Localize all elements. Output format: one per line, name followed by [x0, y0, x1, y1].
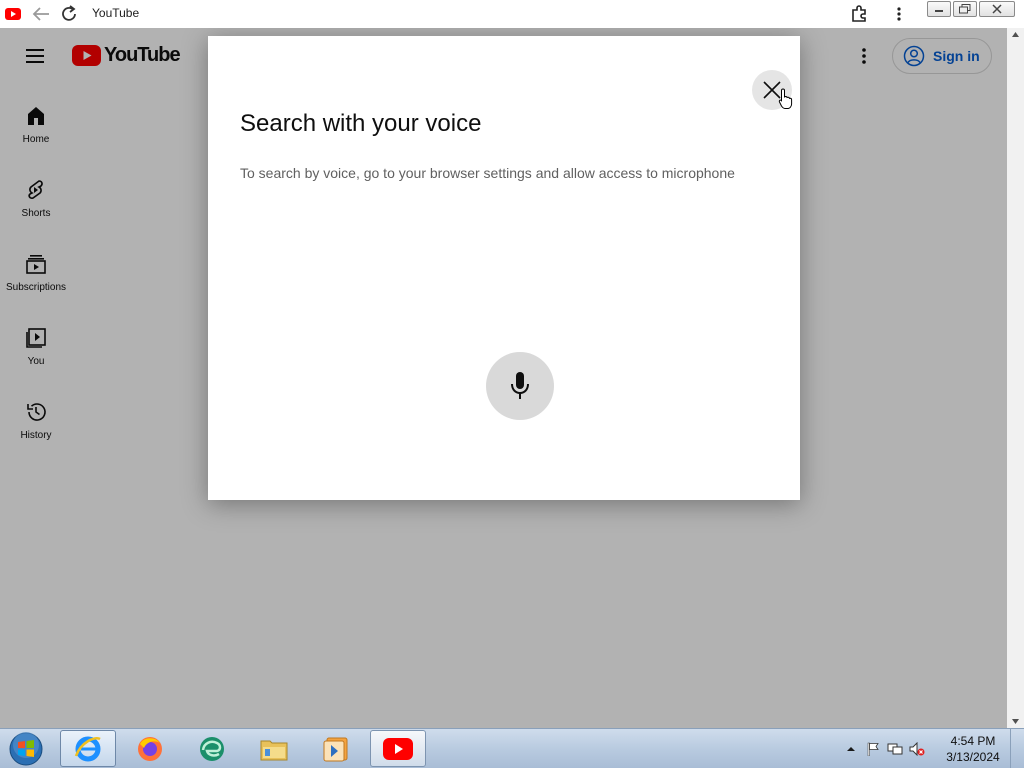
vertical-scrollbar[interactable] — [1007, 28, 1024, 728]
minimize-icon[interactable] — [927, 1, 951, 17]
window-controls — [927, 1, 1017, 18]
taskbar-edge[interactable] — [184, 730, 240, 767]
tab-title: YouTube — [92, 6, 140, 20]
action-center-flag-icon[interactable] — [862, 739, 884, 759]
show-hidden-icons-icon[interactable] — [840, 739, 862, 759]
back-arrow-icon[interactable] — [30, 0, 52, 28]
microphone-button[interactable] — [486, 352, 554, 420]
system-tray — [840, 729, 928, 768]
edge-icon — [200, 736, 224, 761]
youtube-page: YouTube Sign in Home Shorts Subscription… — [0, 28, 1024, 728]
voice-search-dialog: Search with your voice To search by voic… — [208, 36, 800, 500]
youtube-taskbar-icon — [383, 737, 413, 760]
close-window-icon[interactable] — [979, 1, 1015, 17]
volume-muted-icon[interactable] — [906, 739, 928, 759]
scroll-up-arrow-icon[interactable] — [1012, 32, 1019, 37]
dialog-title: Search with your voice — [240, 110, 482, 137]
browser-menu-kebab-icon[interactable] — [890, 0, 908, 28]
windows-start-orb-icon — [9, 732, 43, 766]
taskbar-youtube[interactable] — [370, 730, 426, 767]
clock-date: 3/13/2024 — [946, 750, 1000, 764]
network-icon[interactable] — [884, 739, 906, 759]
show-desktop-button[interactable] — [1010, 729, 1024, 768]
extensions-puzzle-icon[interactable] — [848, 0, 870, 28]
windows-taskbar: 4:54 PM 3/13/2024 — [0, 728, 1024, 768]
firefox-icon — [138, 736, 162, 761]
taskbar-file-explorer[interactable] — [246, 730, 302, 767]
dialog-message: To search by voice, go to your browser s… — [240, 165, 735, 181]
taskbar-media-player[interactable] — [308, 730, 364, 767]
internet-explorer-icon — [74, 736, 101, 761]
taskbar-firefox[interactable] — [122, 730, 178, 767]
restore-icon[interactable] — [953, 1, 977, 17]
taskbar-clock[interactable]: 4:54 PM 3/13/2024 — [942, 733, 1004, 765]
hand-cursor-icon — [778, 88, 794, 115]
media-player-icon — [323, 737, 348, 761]
scroll-down-arrow-icon[interactable] — [1012, 719, 1019, 724]
clock-time: 4:54 PM — [950, 734, 996, 748]
youtube-favicon-icon — [4, 0, 22, 28]
folder-icon — [260, 740, 288, 760]
microphone-icon — [511, 372, 529, 399]
reload-icon[interactable] — [58, 0, 80, 28]
browser-titlebar: YouTube — [0, 0, 1024, 28]
start-button[interactable] — [4, 731, 48, 767]
taskbar-internet-explorer[interactable] — [60, 730, 116, 767]
